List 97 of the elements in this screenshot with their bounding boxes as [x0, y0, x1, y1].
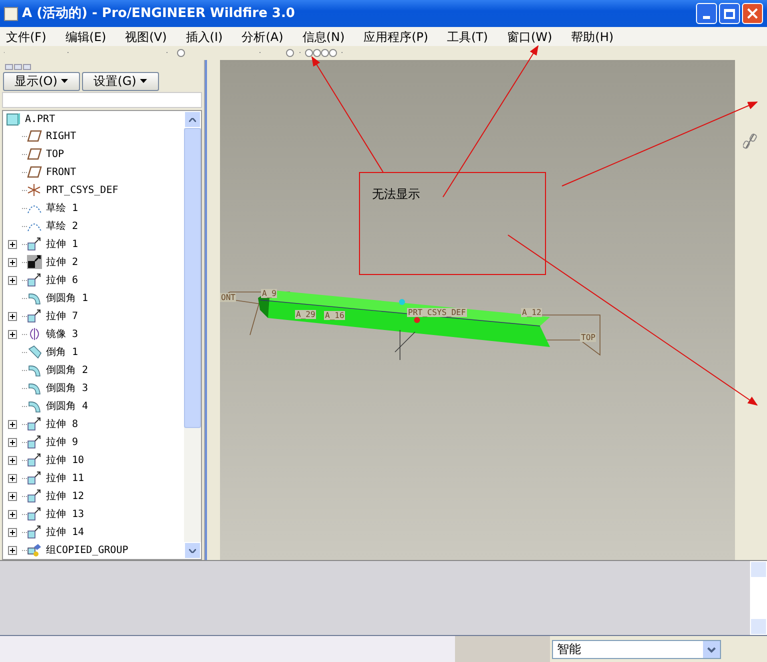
- tree-item[interactable]: 镜像 3: [46, 326, 78, 342]
- tree-item[interactable]: 倒圆角 2: [46, 362, 88, 378]
- caret-icon: [703, 640, 720, 658]
- caret-icon: [140, 79, 148, 83]
- menu-item[interactable]: 分析(A): [242, 28, 284, 46]
- filter-field[interactable]: [2, 92, 202, 108]
- tree-item[interactable]: 拉伸 7: [46, 308, 78, 324]
- tree-item[interactable]: 拉伸 8: [46, 416, 78, 432]
- menu-item[interactable]: 工具(T): [447, 28, 488, 46]
- extrude-icon: [27, 525, 42, 539]
- menu-item[interactable]: 视图(V): [125, 28, 167, 46]
- extrude-icon: [27, 489, 42, 503]
- tree-item[interactable]: 拉伸 6: [46, 272, 78, 288]
- tree-item[interactable]: 拉伸 11: [46, 470, 84, 486]
- chain-icon: [743, 132, 757, 150]
- dropdown-button[interactable]: 显示(O): [3, 72, 80, 90]
- tree-item[interactable]: RIGHT: [46, 128, 76, 144]
- tree-item[interactable]: 拉伸 9: [46, 434, 78, 450]
- expand-icon[interactable]: [8, 312, 17, 320]
- extrude-icon: [27, 255, 42, 269]
- tree-item[interactable]: 倒圆角 1: [46, 290, 88, 306]
- menu-item[interactable]: 编辑(E): [65, 28, 106, 46]
- tree-item[interactable]: 拉伸 13: [46, 506, 84, 522]
- caret-icon: [61, 79, 68, 83]
- tree-item[interactable]: 倒圆角 3: [46, 380, 88, 396]
- dropdown-button[interactable]: 设置(G): [82, 72, 159, 90]
- expand-icon[interactable]: [8, 456, 17, 464]
- menu-item[interactable]: 文件(F): [6, 28, 46, 46]
- filter-dropdown[interactable]: 智能: [552, 640, 721, 658]
- expand-icon[interactable]: [8, 546, 17, 554]
- datum-label: PRT_CSYS_DEF: [407, 308, 467, 317]
- extrude-icon: [27, 435, 42, 449]
- tree-item[interactable]: 草绘 1: [46, 200, 78, 216]
- datum-label: TOP: [580, 333, 596, 342]
- mirror-icon: [27, 327, 42, 341]
- tree-item[interactable]: A.PRT: [25, 112, 56, 126]
- expand-icon[interactable]: [8, 330, 17, 338]
- expand-icon[interactable]: [8, 438, 17, 446]
- tree-item[interactable]: 倒角 1: [46, 344, 78, 360]
- extrude-icon: [27, 453, 42, 467]
- expand-icon[interactable]: [8, 276, 17, 284]
- expand-icon[interactable]: [8, 240, 17, 248]
- axes-icon: [27, 183, 42, 197]
- close-button[interactable]: [742, 3, 763, 24]
- round-icon: [27, 399, 42, 413]
- round-icon: [27, 291, 42, 305]
- tree-item[interactable]: 草绘 2: [46, 218, 78, 234]
- extrude-icon: [27, 471, 42, 485]
- expand-icon[interactable]: [8, 492, 17, 500]
- plane-icon: [27, 165, 42, 179]
- expand-icon[interactable]: [8, 258, 17, 266]
- chamfer-icon: [27, 345, 42, 359]
- datum-label: ONT: [220, 293, 236, 302]
- window-title: A (活动的) - Pro/ENGINEER Wildfire 3.0: [22, 4, 295, 23]
- expand-icon[interactable]: [8, 474, 17, 482]
- cube-icon: [6, 112, 21, 126]
- scroll-up-button[interactable]: [184, 111, 201, 128]
- tree-item[interactable]: FRONT: [46, 164, 76, 180]
- annotation-text: 无法显示: [372, 187, 420, 201]
- scroll-thumb[interactable]: [184, 128, 201, 428]
- close-icon: [747, 8, 758, 19]
- extrude-icon: [27, 237, 42, 251]
- expand-icon[interactable]: [8, 510, 17, 518]
- extrude-icon: [27, 417, 42, 431]
- window-icon: [4, 6, 18, 20]
- menu-item[interactable]: 窗口(W): [506, 28, 552, 46]
- datum-label: A_29: [295, 310, 316, 319]
- tree-item[interactable]: PRT_CSYS_DEF: [46, 182, 118, 198]
- round-icon: [27, 363, 42, 377]
- menu-item[interactable]: 插入(I): [186, 28, 223, 46]
- round-icon: [27, 381, 42, 395]
- tree-item[interactable]: 组COPIED_GROUP: [46, 542, 128, 558]
- tree-item[interactable]: TOP: [46, 146, 64, 162]
- extrude-icon: [27, 309, 42, 323]
- tree-item[interactable]: 拉伸 1: [46, 236, 78, 252]
- plane-icon: [27, 129, 42, 143]
- scroll-down-button[interactable]: [184, 542, 201, 559]
- datum-label: A_9: [261, 289, 278, 298]
- menu-item[interactable]: 帮助(H): [571, 28, 614, 46]
- tree-item[interactable]: 拉伸 2: [46, 254, 78, 270]
- tree-item[interactable]: 拉伸 14: [46, 524, 84, 540]
- datum-label: A_16: [324, 311, 346, 320]
- expand-icon[interactable]: [8, 420, 17, 428]
- extrude-icon: [27, 273, 42, 287]
- minimize-button[interactable]: [696, 3, 717, 24]
- datum-label: A_12: [521, 308, 542, 317]
- tree-item[interactable]: 拉伸 10: [46, 452, 84, 468]
- tree-item[interactable]: 倒圆角 4: [46, 398, 88, 414]
- group-icon: [27, 543, 42, 557]
- menu-item[interactable]: 信息(N): [302, 28, 345, 46]
- maximize-button[interactable]: [719, 3, 740, 24]
- plane-icon: [27, 147, 42, 161]
- tree-item[interactable]: 拉伸 12: [46, 488, 84, 504]
- menu-item[interactable]: 应用程序(P): [364, 28, 428, 46]
- expand-icon[interactable]: [8, 528, 17, 536]
- scrollbar[interactable]: [184, 111, 201, 559]
- extrude-icon: [27, 507, 42, 521]
